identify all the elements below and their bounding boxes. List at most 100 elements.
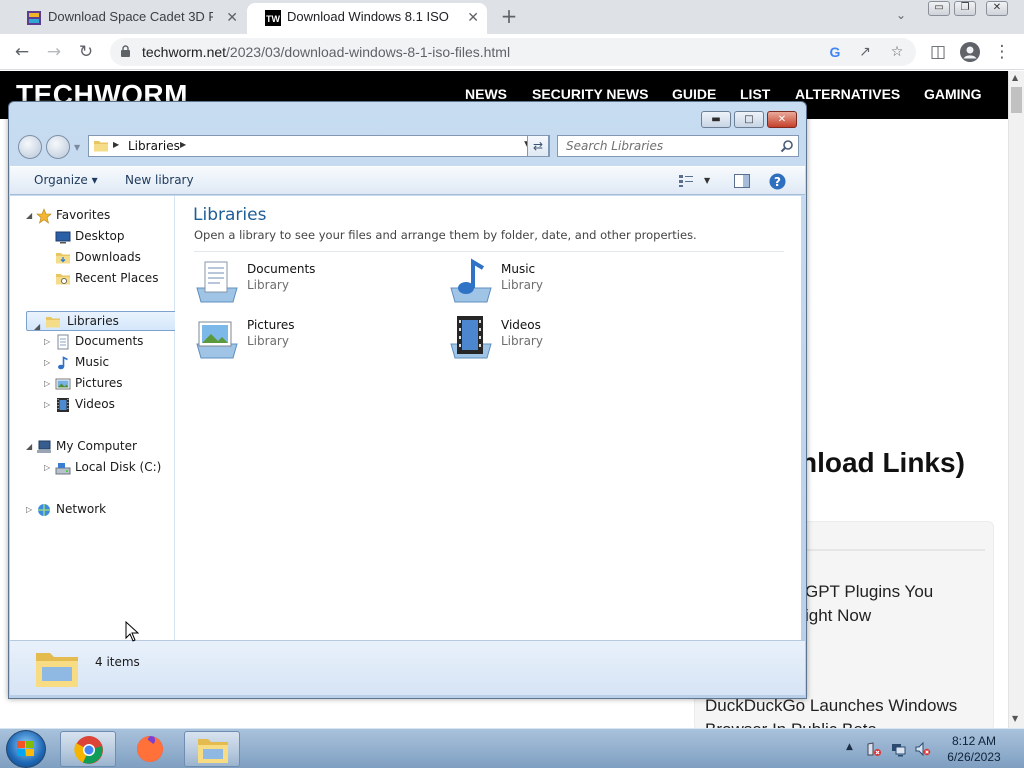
details-pane: 4 items xyxy=(10,640,805,695)
related-post-link[interactable]: GPT Plugins You xyxy=(805,582,933,602)
minimize-button[interactable]: ▭ xyxy=(928,1,950,16)
tab-close-icon[interactable]: ✕ xyxy=(467,3,479,31)
taskbar-clock[interactable]: 8:12 AM 6/26/2023 xyxy=(934,733,1014,765)
library-documents[interactable]: Documents Library xyxy=(193,258,433,308)
network-icon[interactable] xyxy=(891,741,907,757)
nav-alternatives[interactable]: ALTERNATIVES xyxy=(795,86,900,102)
libraries-folder-icon xyxy=(94,141,108,152)
taskbar-chrome[interactable] xyxy=(60,731,116,767)
library-videos[interactable]: Videos Library xyxy=(447,314,687,364)
pictures-icon xyxy=(55,378,71,390)
collapse-arrow-icon[interactable]: ◢ xyxy=(26,442,32,451)
expand-arrow-icon[interactable]: ▷ xyxy=(44,358,50,367)
start-button[interactable] xyxy=(6,730,46,768)
scroll-up-icon[interactable]: ▲ xyxy=(1012,73,1018,82)
new-library-button[interactable]: New library xyxy=(125,173,194,187)
taskbar: ▲ 8:12 AM 6/26/2023 xyxy=(0,728,1024,768)
breadcrumb-arrow-icon[interactable]: ▶ xyxy=(113,140,119,149)
nav-list[interactable]: LIST xyxy=(740,86,770,102)
nav-guide[interactable]: GUIDE xyxy=(672,86,716,102)
action-center-icon[interactable] xyxy=(866,741,882,757)
explorer-address-bar[interactable]: ▶ Libraries ▶ ▼ xyxy=(88,135,550,157)
taskbar-explorer[interactable] xyxy=(184,731,240,767)
explorer-back-button[interactable] xyxy=(18,135,42,159)
search-input[interactable]: Search Libraries xyxy=(566,139,663,153)
show-hidden-icons-icon[interactable]: ▲ xyxy=(846,742,853,752)
music-icon xyxy=(58,356,68,370)
libraries-content: Libraries Open a library to see your fil… xyxy=(175,196,801,640)
explorer-maximize-button[interactable]: □ xyxy=(734,111,764,128)
nav-gaming[interactable]: GAMING xyxy=(924,86,982,102)
close-button[interactable]: ✕ xyxy=(986,1,1008,16)
page-subtitle: Open a library to see your files and arr… xyxy=(194,228,697,242)
breadcrumb[interactable]: Libraries xyxy=(128,139,180,153)
browser-tab-strip: Download Space Cadet 3D Pinba ✕ TW Downl… xyxy=(0,0,1024,34)
recent-pages-chevron-icon[interactable]: ▼ xyxy=(74,143,80,152)
command-bar: Organize ▾ New library ▼ ? xyxy=(10,166,805,195)
tab-windows-iso[interactable]: TW Download Windows 8.1 ISO Files ✕ xyxy=(247,3,487,34)
side-panel-icon[interactable]: ◫ xyxy=(926,40,950,64)
expand-arrow-icon[interactable]: ▷ xyxy=(44,463,50,472)
preview-pane-icon[interactable] xyxy=(734,174,750,188)
expand-arrow-icon[interactable]: ▷ xyxy=(44,400,50,409)
reload-icon[interactable]: ↻ xyxy=(74,40,98,64)
breadcrumb-arrow-icon[interactable]: ▶ xyxy=(180,140,186,149)
bookmark-star-icon[interactable]: ☆ xyxy=(888,43,906,61)
share-icon[interactable]: ↗ xyxy=(856,43,874,61)
firefox-icon xyxy=(137,736,163,762)
explorer-window: ▬ □ ✕ ▼ ▶ Libraries ▶ ▼ ⇄ Search Librari… xyxy=(8,101,807,699)
restore-button[interactable]: ❐ xyxy=(954,1,976,16)
collapse-arrow-icon[interactable]: ◢ xyxy=(26,211,32,220)
volume-muted-icon[interactable] xyxy=(915,741,931,757)
address-bar[interactable]: techworm.net/2023/03/download-windows-8-… xyxy=(110,38,916,66)
nav-news[interactable]: NEWS xyxy=(465,86,507,102)
tree-libraries[interactable]: Libraries ◢ xyxy=(26,311,182,331)
expand-arrow-icon[interactable]: ▷ xyxy=(44,337,50,346)
change-view-icon[interactable] xyxy=(678,174,694,188)
search-icon[interactable] xyxy=(780,139,794,153)
scroll-down-icon[interactable]: ▼ xyxy=(1012,714,1018,723)
view-options-chevron-icon[interactable]: ▼ xyxy=(704,176,710,185)
tab-close-icon[interactable]: ✕ xyxy=(226,3,238,31)
tab-search-chevron-icon[interactable]: ⌄ xyxy=(896,8,906,22)
explorer-close-button[interactable]: ✕ xyxy=(767,111,797,128)
menu-kebab-icon[interactable]: ⋮ xyxy=(990,40,1014,64)
expand-arrow-icon[interactable]: ▷ xyxy=(26,505,32,514)
scrollbar-thumb[interactable] xyxy=(1011,87,1022,113)
forward-arrow-icon[interactable]: → xyxy=(42,40,66,64)
new-tab-button[interactable]: + xyxy=(497,5,521,29)
music-library-icon xyxy=(450,258,492,303)
back-arrow-icon[interactable]: ← xyxy=(10,40,34,64)
organize-button[interactable]: Organize ▾ xyxy=(34,173,98,187)
navigation-pane: Favorites ◢ Desktop Downloads Recent Pla… xyxy=(10,196,182,640)
explorer-forward-button[interactable] xyxy=(46,135,70,159)
related-post-link[interactable]: ight Now xyxy=(805,606,871,626)
tab-space-cadet[interactable]: Download Space Cadet 3D Pinba ✕ xyxy=(8,3,246,34)
taskbar-firefox[interactable] xyxy=(122,731,178,767)
expand-arrow-icon[interactable]: ▷ xyxy=(44,379,50,388)
library-pictures[interactable]: Pictures Library xyxy=(193,314,433,364)
page-scrollbar[interactable]: ▲ ▼ xyxy=(1008,71,1024,728)
collapse-arrow-icon[interactable]: ◢ xyxy=(34,317,40,336)
videos-icon xyxy=(57,398,69,412)
refresh-icon[interactable]: ⇄ xyxy=(527,135,549,157)
profile-avatar-icon[interactable] xyxy=(960,42,980,62)
library-music[interactable]: Music Library xyxy=(447,258,687,308)
mouse-cursor-icon xyxy=(125,621,139,642)
clock-date: 6/26/2023 xyxy=(947,750,1001,764)
url-text: techworm.net/2023/03/download-windows-8-… xyxy=(142,44,511,60)
recent-places-icon xyxy=(56,274,70,285)
help-icon[interactable]: ? xyxy=(769,173,786,190)
videos-library-icon xyxy=(450,316,492,359)
pinball-game-icon xyxy=(27,11,41,25)
libraries-icon xyxy=(46,317,60,328)
google-lens-icon[interactable]: G xyxy=(826,43,844,61)
explorer-minimize-button[interactable]: ▬ xyxy=(701,111,731,128)
header-divider xyxy=(194,251,784,252)
pictures-library-icon xyxy=(196,321,238,359)
explorer-search-box[interactable]: Search Libraries xyxy=(557,135,799,157)
nav-security-news[interactable]: SECURITY NEWS xyxy=(532,86,648,102)
related-post-link[interactable]: DuckDuckGo Launches Windows xyxy=(705,696,957,716)
tab-title: Download Space Cadet 3D Pinba xyxy=(48,9,213,24)
browser-toolbar: ← → ↻ techworm.net/2023/03/download-wind… xyxy=(0,34,1024,70)
